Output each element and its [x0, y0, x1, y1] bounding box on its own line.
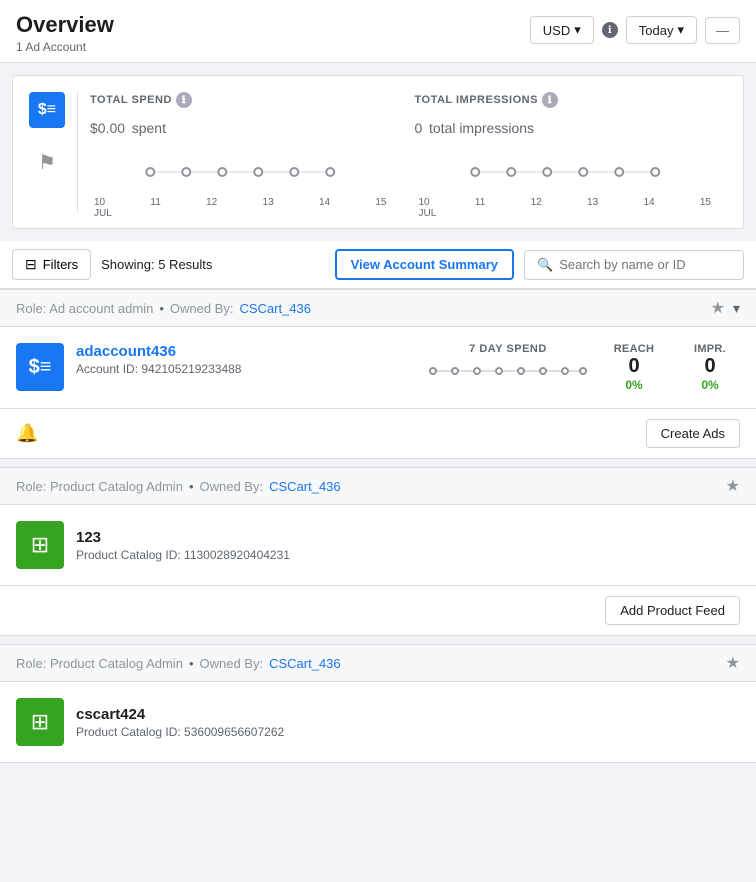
reach-value: 0 — [604, 355, 664, 378]
showing-results: Showing: 5 Results — [101, 257, 324, 272]
flag-icon: ⚑ — [29, 144, 65, 180]
catalog-section-1: Role: Product Catalog Admin • Owned By: … — [0, 467, 756, 636]
total-spend-section: TOTAL SPEND ℹ $0.00 spent — [90, 92, 403, 140]
currency-selector[interactable]: USD ▾ — [530, 16, 594, 44]
search-box: 🔍 — [524, 250, 744, 280]
divider-2 — [0, 636, 756, 644]
total-impressions-section: TOTAL IMPRESSIONS ℹ 0 total impressions — [403, 92, 728, 140]
header-left: Overview 1 Ad Account — [16, 12, 114, 54]
catalog-actions-1: Add Product Feed — [0, 586, 756, 636]
metrics-section: REACH 0 0% IMPR. 0 0% — [604, 343, 740, 392]
spend-chart-month: JUL — [90, 208, 391, 219]
filters-bar: ⊟ Filters Showing: 5 Results View Accoun… — [0, 241, 756, 289]
catalog-role-label-2: Role: Product Catalog Admin — [16, 656, 183, 671]
add-product-feed-button[interactable]: Add Product Feed — [605, 596, 740, 625]
spend-chart: 10 11 12 13 14 15 JUL — [90, 152, 403, 212]
impr-value: 0 — [680, 355, 740, 378]
spend-chart-svg — [90, 152, 391, 192]
catalog-icon-1: ⊞ — [16, 521, 64, 569]
catalog-role-bar-1: Role: Product Catalog Admin • Owned By: … — [0, 467, 756, 505]
grid-icon-2: ⊞ — [31, 709, 49, 735]
filter-icon: ⊟ — [25, 256, 37, 273]
catalog-section-2: Role: Product Catalog Admin • Owned By: … — [0, 644, 756, 763]
catalog-role-bar-right-2: ★ — [726, 653, 740, 673]
total-impressions-value: 0 total impressions — [415, 112, 716, 140]
catalog-info-2: cscart424 Product Catalog ID: 5360096566… — [76, 706, 284, 739]
ad-account-icon: $≡ — [16, 343, 64, 391]
catalog-info-1: 123 Product Catalog ID: 1130028920404231 — [76, 529, 290, 562]
catalog-star-icon-1[interactable]: ★ — [726, 476, 740, 496]
spend-mini-chart: 10 11 12 13 14 15 JUL — [90, 152, 391, 212]
reach-label: REACH — [604, 343, 664, 355]
seven-day-chart-svg — [428, 361, 588, 381]
create-ads-button[interactable]: Create Ads — [646, 419, 740, 448]
catalog-star-icon-2[interactable]: ★ — [726, 653, 740, 673]
page-header: Overview 1 Ad Account USD ▾ ℹ Today ▾ — — [0, 0, 756, 63]
grid-icon-1: ⊞ — [31, 532, 49, 558]
collapse-button[interactable]: — — [705, 17, 740, 44]
header-right: USD ▾ ℹ Today ▾ — — [530, 16, 740, 44]
search-input[interactable] — [559, 257, 731, 272]
impressions-mini-chart: 10 11 12 13 14 15 JUL — [415, 152, 716, 212]
spend-label: 7 DAY SPEND — [428, 343, 588, 355]
date-range-selector[interactable]: Today ▾ — [626, 16, 697, 44]
catalog-id-1: Product Catalog ID: 1130028920404231 — [76, 548, 290, 562]
account-info: adaccount436 Account ID: 942105219233488 — [76, 343, 428, 376]
left-icons: $≡ ⚑ — [29, 92, 78, 212]
catalog-name-1[interactable]: 123 — [76, 529, 290, 546]
dollar-icon: $≡ — [29, 92, 65, 128]
reach-pct: 0% — [604, 378, 664, 392]
catalog-card-1: ⊞ 123 Product Catalog ID: 11300289204042… — [0, 505, 756, 586]
impressions-chart-svg — [415, 152, 716, 192]
star-icon[interactable]: ★ — [711, 298, 725, 318]
ad-account-role-bar: Role: Ad account admin • Owned By: CSCar… — [0, 289, 756, 327]
search-icon: 🔍 — [537, 257, 553, 273]
account-name[interactable]: adaccount436 — [76, 343, 428, 360]
account-actions: 🔔 Create Ads — [0, 409, 756, 459]
impr-label: IMPR. — [680, 343, 740, 355]
total-spend-value: $0.00 spent — [90, 112, 391, 140]
catalog-role-bar-2: Role: Product Catalog Admin • Owned By: … — [0, 644, 756, 682]
impressions-info-icon[interactable]: ℹ — [542, 92, 558, 108]
impressions-chart: 10 11 12 13 14 15 JUL — [403, 152, 728, 212]
help-icon[interactable]: ℹ — [602, 22, 618, 38]
spend-info-icon[interactable]: ℹ — [176, 92, 192, 108]
ad-account-section: Role: Ad account admin • Owned By: CSCar… — [0, 289, 756, 459]
total-impressions-label: TOTAL IMPRESSIONS ℹ — [415, 92, 716, 108]
seven-day-chart — [428, 361, 588, 384]
filters-button[interactable]: ⊟ Filters — [12, 249, 91, 280]
impr-pct: 0% — [680, 378, 740, 392]
chart-area: 10 11 12 13 14 15 JUL — [90, 152, 727, 212]
catalog-name-2[interactable]: cscart424 — [76, 706, 284, 723]
spend-chart-labels: 10 11 12 13 14 15 — [90, 197, 391, 208]
page-subtitle: 1 Ad Account — [16, 40, 114, 54]
view-account-summary-button[interactable]: View Account Summary — [335, 249, 514, 280]
stats-card: $≡ ⚑ TOTAL SPEND ℹ $0.00 spent TOTA — [12, 75, 744, 229]
catalog-role-bar-right-1: ★ — [726, 476, 740, 496]
catalog-role-label-1: Role: Product Catalog Admin — [16, 479, 183, 494]
seven-day-spend-section: 7 DAY SPEND — [428, 343, 588, 390]
role-bar-right: ★ ▾ — [711, 298, 740, 318]
total-spend-label: TOTAL SPEND ℹ — [90, 92, 391, 108]
stats-row: TOTAL SPEND ℹ $0.00 spent TOTAL IMPRESSI… — [90, 92, 727, 140]
account-id: Account ID: 942105219233488 — [76, 362, 428, 376]
catalog-card-2: ⊞ cscart424 Product Catalog ID: 53600965… — [0, 682, 756, 763]
ad-account-card: $≡ adaccount436 Account ID: 942105219233… — [0, 327, 756, 409]
impressions-chart-month: JUL — [415, 208, 716, 219]
catalog-id-2: Product Catalog ID: 536009656607262 — [76, 725, 284, 739]
role-label: Role: Ad account admin — [16, 301, 153, 316]
reach-section: REACH 0 0% — [604, 343, 664, 392]
catalog-icon-2: ⊞ — [16, 698, 64, 746]
page-title: Overview — [16, 12, 114, 38]
divider-1 — [0, 459, 756, 467]
impressions-section: IMPR. 0 0% — [680, 343, 740, 392]
bell-icon[interactable]: 🔔 — [16, 423, 38, 444]
stats-with-icons: $≡ ⚑ TOTAL SPEND ℹ $0.00 spent TOTA — [29, 92, 727, 212]
impressions-chart-labels: 10 11 12 13 14 15 — [415, 197, 716, 208]
chevron-icon[interactable]: ▾ — [733, 300, 740, 317]
